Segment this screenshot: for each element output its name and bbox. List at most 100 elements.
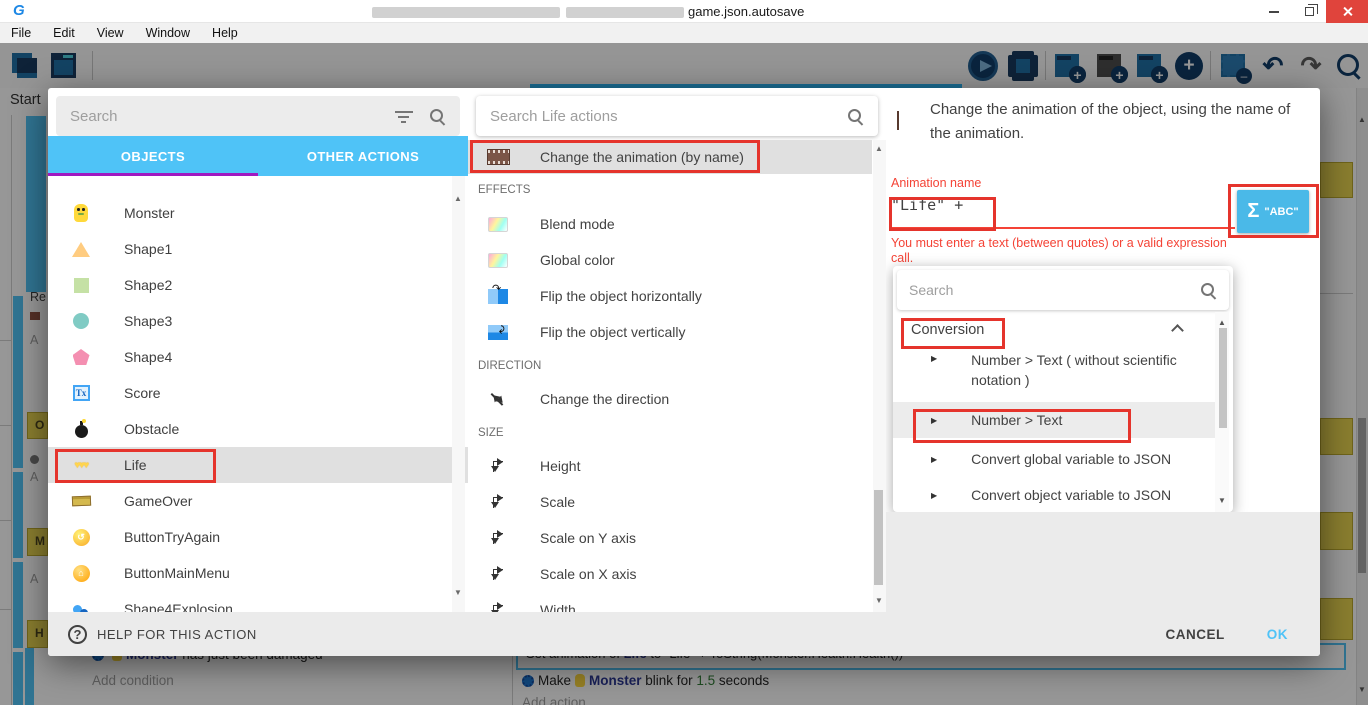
annotation-change-animation xyxy=(470,140,760,173)
menu-help[interactable]: Help xyxy=(201,26,249,40)
banner-icon xyxy=(70,490,92,512)
action-row-change-direction[interactable]: Change the direction xyxy=(468,381,886,417)
expr-object-var-to-json[interactable]: ▶Convert object variable to JSON xyxy=(893,478,1215,512)
cancel-button[interactable]: CANCEL xyxy=(1166,627,1225,642)
tab-objects[interactable]: OBJECTS xyxy=(48,136,258,176)
object-row-shape2[interactable]: Shape2 xyxy=(48,267,468,303)
resize-icon xyxy=(486,599,510,612)
action-row-scale-y[interactable]: Scale on Y axis xyxy=(468,520,886,556)
object-row-score[interactable]: TxScore xyxy=(48,375,468,411)
resize-icon xyxy=(486,527,510,549)
expression-search-input[interactable] xyxy=(909,282,1200,298)
diagonal-arrows-icon xyxy=(486,388,510,410)
action-row-scale[interactable]: Scale xyxy=(468,484,886,520)
annotation-expression-button xyxy=(1228,184,1319,238)
object-row-shape1[interactable]: Shape1 xyxy=(48,231,468,267)
annotation-field-value xyxy=(889,197,996,231)
resize-icon xyxy=(486,491,510,513)
action-editor-dialog: OBJECTS OTHER ACTIONS Monster Shape1 Sha… xyxy=(48,88,1320,656)
scroll-down-icon[interactable]: ▼ xyxy=(454,588,462,597)
action-row-flip-horizontal[interactable]: Flip the object horizontally xyxy=(468,278,886,314)
ok-button[interactable]: OK xyxy=(1267,627,1288,642)
text-object-icon: Tx xyxy=(70,382,92,404)
animation-name-label: Animation name xyxy=(891,176,981,190)
objects-search[interactable] xyxy=(56,96,460,136)
close-button[interactable] xyxy=(1326,0,1368,23)
chevron-up-icon[interactable] xyxy=(1171,324,1184,337)
window-title: game.json.autosave xyxy=(688,4,804,19)
minimize-button[interactable] xyxy=(1258,0,1290,23)
action-row-blend-mode[interactable]: Blend mode xyxy=(468,206,886,242)
object-row-obstacle[interactable]: Obstacle xyxy=(48,411,468,447)
scrollbar-thumb[interactable] xyxy=(874,490,883,585)
filter-icon[interactable] xyxy=(395,110,413,123)
scroll-up-icon[interactable]: ▲ xyxy=(1218,318,1226,327)
resize-icon xyxy=(486,563,510,585)
action-description: Change the animation of the object, usin… xyxy=(930,98,1302,146)
expand-arrow-icon[interactable]: ▶ xyxy=(931,354,937,363)
help-icon xyxy=(68,625,87,644)
object-row-shape4explosion[interactable]: Shape4Explosion xyxy=(48,591,468,612)
retry-button-icon: ↺ xyxy=(70,526,92,548)
object-row-gameover[interactable]: GameOver xyxy=(48,483,468,519)
panel-background xyxy=(886,512,1320,612)
home-button-icon: ⌂ xyxy=(70,562,92,584)
objects-tabs: OBJECTS OTHER ACTIONS xyxy=(48,136,468,176)
parameters-panel: Change the animation of the object, usin… xyxy=(886,88,1320,612)
object-row-shape4[interactable]: Shape4 xyxy=(48,339,468,375)
actions-list: Change the animation (by name) EFFECTS B… xyxy=(468,140,886,612)
resize-icon xyxy=(486,455,510,477)
scrollbar-thumb[interactable] xyxy=(1219,328,1227,428)
objects-search-input[interactable] xyxy=(70,108,395,125)
monster-icon xyxy=(70,202,92,224)
scroll-up-icon[interactable]: ▲ xyxy=(875,144,883,153)
expression-search[interactable] xyxy=(897,270,1229,310)
circle-icon xyxy=(70,310,92,332)
object-row-shape3[interactable]: Shape3 xyxy=(48,303,468,339)
actions-search-input[interactable] xyxy=(490,108,847,125)
scroll-down-icon[interactable]: ▼ xyxy=(1218,496,1226,505)
object-row-monster[interactable]: Monster xyxy=(48,195,468,231)
actions-search[interactable] xyxy=(476,96,878,136)
search-icon xyxy=(1200,282,1217,299)
annotation-conversion-group xyxy=(901,318,1005,349)
restore-button[interactable] xyxy=(1293,0,1325,23)
scroll-up-icon[interactable]: ▲ xyxy=(454,194,462,203)
action-row-flip-vertical[interactable]: Flip the object vertically xyxy=(468,314,886,350)
error-message: You must enter a text (between quotes) o… xyxy=(891,236,1247,266)
expand-arrow-icon[interactable]: ▶ xyxy=(931,491,937,500)
annotation-life-row xyxy=(55,449,216,483)
rainbow-icon xyxy=(486,249,510,271)
object-row-buttonmainmenu[interactable]: ⌂ButtonMainMenu xyxy=(48,555,468,591)
action-row-width[interactable]: Width xyxy=(468,592,886,612)
menu-edit[interactable]: Edit xyxy=(42,26,86,40)
objects-scrollbar[interactable]: ▲ ▼ xyxy=(452,176,465,612)
action-row-height[interactable]: Height xyxy=(468,448,886,484)
explosion-icon xyxy=(70,598,92,612)
title-bar: G game.json.autosave xyxy=(0,0,1368,23)
app-window: G game.json.autosave File Edit View Wind… xyxy=(0,0,1368,705)
help-link[interactable]: HELP FOR THIS ACTION xyxy=(97,627,257,642)
dialog-footer: HELP FOR THIS ACTION CANCEL OK xyxy=(48,612,1320,656)
expand-arrow-icon[interactable]: ▶ xyxy=(931,455,937,464)
expression-dropdown: Conversion ▶Number > Text ( without scie… xyxy=(893,266,1233,512)
scroll-down-icon[interactable]: ▼ xyxy=(875,596,883,605)
object-row-buttontryagain[interactable]: ↺ButtonTryAgain xyxy=(48,519,468,555)
action-row-scale-x[interactable]: Scale on X axis xyxy=(468,556,886,592)
tab-other-actions[interactable]: OTHER ACTIONS xyxy=(258,136,468,176)
gdevelop-logo-icon: G xyxy=(13,2,25,19)
rainbow-icon xyxy=(486,213,510,235)
flip-vertical-icon xyxy=(486,321,510,343)
menu-window[interactable]: Window xyxy=(135,26,201,40)
expr-number-to-text-no-sci[interactable]: ▶Number > Text ( without scientific nota… xyxy=(893,350,1215,400)
flip-horizontal-icon xyxy=(486,285,510,307)
blurred-title-text xyxy=(566,7,684,18)
expr-global-var-to-json[interactable]: ▶Convert global variable to JSON xyxy=(893,442,1215,476)
menu-view[interactable]: View xyxy=(86,26,135,40)
menu-file[interactable]: File xyxy=(0,26,42,40)
film-icon xyxy=(897,112,899,130)
section-header-effects: EFFECTS xyxy=(468,174,886,206)
bomb-icon xyxy=(70,418,92,440)
pentagon-icon xyxy=(70,346,92,368)
action-row-global-color[interactable]: Global color xyxy=(468,242,886,278)
